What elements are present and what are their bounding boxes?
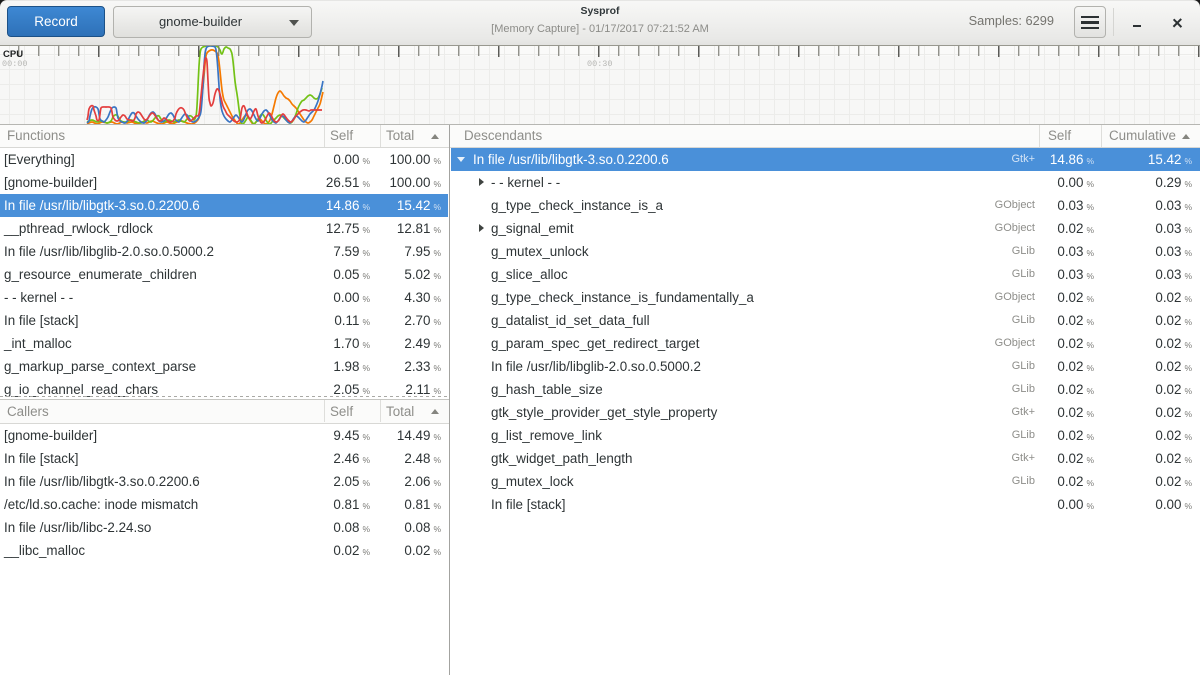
svg-text:00:00: 00:00 bbox=[2, 59, 28, 69]
svg-text:00:30: 00:30 bbox=[587, 59, 613, 69]
